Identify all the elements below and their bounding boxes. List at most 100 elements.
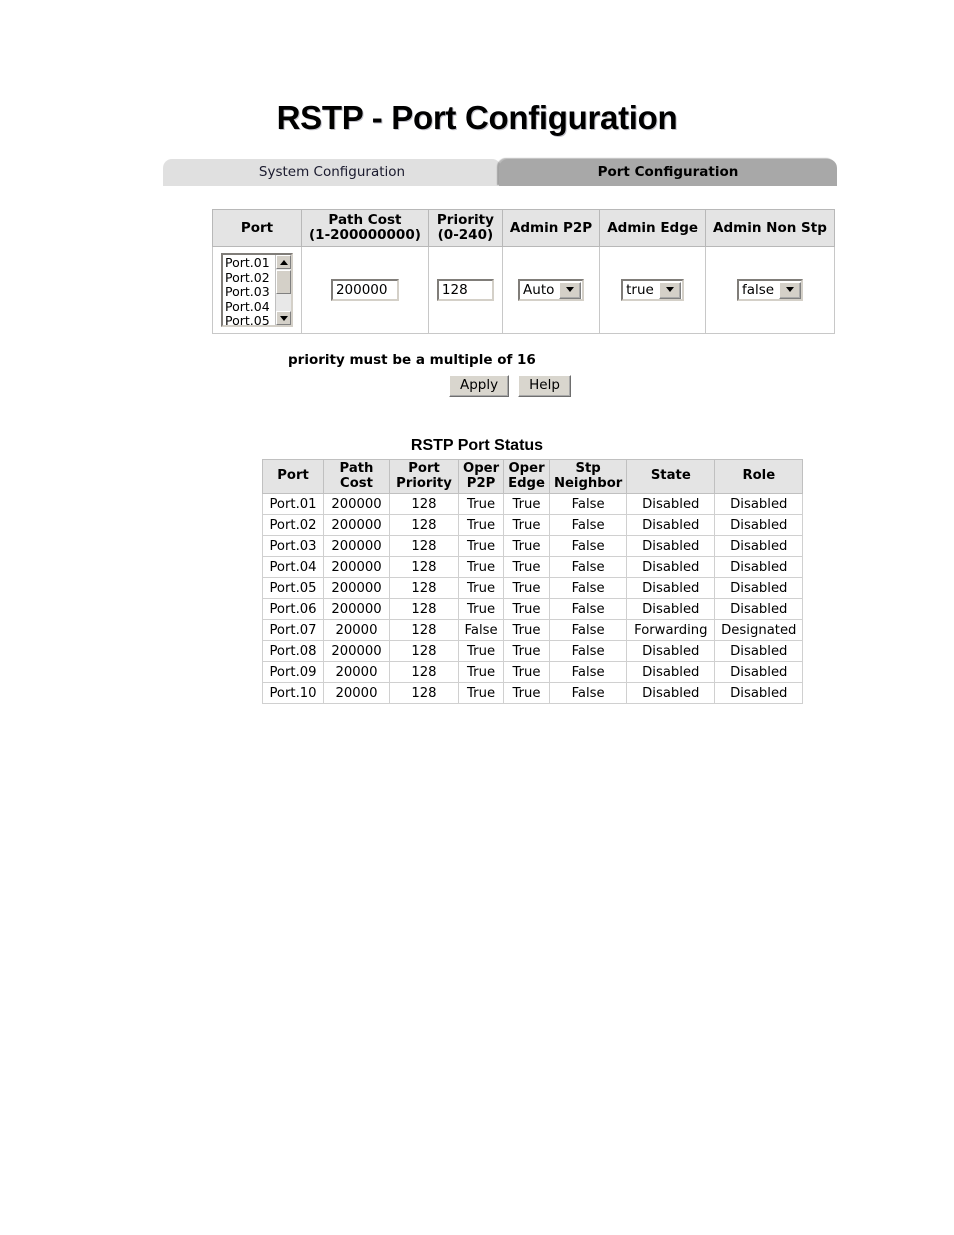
config-header-priority-line1: Priority — [436, 212, 494, 228]
config-header-row: Port Path Cost (1-200000000) Priority (0… — [212, 208, 835, 248]
cell-role: Disabled — [714, 577, 804, 600]
status-header-stp-neighbor: Stp Neighbor — [548, 458, 628, 495]
status-header-state: State — [626, 458, 716, 495]
help-button[interactable]: Help — [518, 375, 571, 397]
cell-port: Port.02 — [262, 514, 324, 537]
cell-state: Disabled — [626, 661, 716, 684]
config-header-priority: Priority (0-240) — [427, 208, 503, 248]
status-header-state-line1: State — [650, 468, 691, 484]
cell-oper-p2p: True — [457, 598, 505, 621]
status-header-port-line1: Port — [277, 468, 309, 484]
cell-path-cost: 200000 — [323, 556, 390, 579]
cell-oper-edge: True — [503, 535, 550, 558]
cell-path-cost: 200000 — [323, 535, 390, 558]
cell-port: Port.01 — [262, 493, 324, 516]
status-header-oper-edge-line2: Edge — [508, 475, 545, 491]
cell-state: Disabled — [626, 493, 716, 516]
cell-state: Disabled — [626, 577, 716, 600]
cell-stp-neighbor: False — [548, 514, 628, 537]
cell-stp-neighbor: False — [548, 535, 628, 558]
cell-role: Disabled — [714, 598, 804, 621]
apply-button[interactable]: Apply — [449, 375, 510, 397]
status-header-row: Port Path Cost Port Priority Oper P2P Op… — [262, 458, 804, 495]
chevron-down-icon[interactable] — [559, 281, 582, 299]
config-header-path-cost: Path Cost (1-200000000) — [301, 208, 429, 248]
status-header-role-line1: Role — [742, 468, 776, 484]
table-row: Port.01 200000 128 True True False Disab… — [262, 493, 804, 516]
cell-port-priority: 128 — [389, 598, 459, 621]
cell-stp-neighbor: False — [548, 661, 628, 684]
tab-bar: System Configuration Port Configuration — [163, 159, 839, 186]
cell-port-priority: 128 — [389, 577, 459, 600]
status-header-port-priority: Port Priority — [389, 458, 459, 495]
chevron-down-icon[interactable] — [779, 281, 802, 299]
cell-role: Designated — [714, 619, 804, 642]
priority-input[interactable] — [436, 279, 494, 302]
cell-oper-edge: True — [503, 577, 550, 600]
port-select-listbox[interactable]: Port.01 Port.02 Port.03 Port.04 Port.05 — [221, 253, 293, 328]
config-cell-admin-non-stp: false — [705, 246, 835, 335]
port-configuration-table: Port Path Cost (1-200000000) Priority (0… — [212, 208, 835, 335]
cell-oper-edge: True — [503, 640, 550, 663]
cell-port: Port.09 — [262, 661, 324, 684]
cell-role: Disabled — [714, 682, 804, 705]
cell-state: Disabled — [626, 514, 716, 537]
cell-path-cost: 20000 — [323, 661, 390, 684]
cell-path-cost: 200000 — [323, 598, 390, 621]
action-button-row: Apply Help — [449, 375, 571, 397]
config-header-path-cost-line1: Path Cost — [328, 212, 402, 228]
config-header-admin-non-stp: Admin Non Stp — [705, 208, 835, 248]
cell-port-priority: 128 — [389, 661, 459, 684]
cell-oper-p2p: False — [457, 619, 505, 642]
config-value-row: Port.01 Port.02 Port.03 Port.04 Port.05 — [212, 246, 835, 335]
cell-port: Port.08 — [262, 640, 324, 663]
cell-stp-neighbor: False — [548, 640, 628, 663]
status-header-port: Port — [262, 458, 324, 495]
tab-port-configuration-label: Port Configuration — [597, 164, 739, 180]
scrollbar-thumb[interactable] — [276, 270, 291, 295]
rstp-port-status-table: Port Path Cost Port Priority Oper P2P Op… — [262, 458, 804, 705]
scroll-up-arrow-icon[interactable] — [276, 255, 291, 270]
cell-port: Port.07 — [262, 619, 324, 642]
cell-oper-p2p: True — [457, 556, 505, 579]
table-row: Port.03 200000 128 True True False Disab… — [262, 535, 804, 558]
table-row: Port.08 200000 128 True True False Disab… — [262, 640, 804, 663]
page-title: RSTP - Port Configuration — [276, 99, 678, 136]
scroll-down-arrow-icon[interactable] — [276, 311, 291, 326]
admin-edge-value: true — [626, 282, 654, 299]
tab-system-configuration[interactable]: System Configuration — [163, 159, 501, 186]
cell-oper-p2p: True — [457, 661, 505, 684]
chevron-down-icon[interactable] — [659, 281, 682, 299]
table-row: Port.10 20000 128 True True False Disabl… — [262, 682, 804, 705]
status-header-port-priority-line1: Port — [408, 461, 440, 476]
admin-edge-select[interactable]: true — [621, 279, 685, 302]
cell-oper-p2p: True — [457, 577, 505, 600]
cell-role: Disabled — [714, 556, 804, 579]
cell-state: Disabled — [626, 535, 716, 558]
config-header-port-line1: Port — [240, 219, 274, 236]
config-header-admin-p2p: Admin P2P — [501, 208, 601, 248]
cell-state: Forwarding — [626, 619, 716, 642]
config-header-path-cost-line2: (1-200000000) — [309, 227, 421, 244]
cell-port-priority: 128 — [389, 619, 459, 642]
status-table-body: Port.01 200000 128 True True False Disab… — [262, 493, 804, 705]
cell-path-cost: 200000 — [323, 577, 390, 600]
priority-note: priority must be a multiple of 16 — [288, 352, 536, 368]
port-listbox-scrollbar[interactable] — [275, 255, 291, 326]
config-cell-priority — [427, 246, 503, 335]
admin-p2p-select[interactable]: Auto — [518, 279, 585, 302]
cell-path-cost: 20000 — [323, 682, 390, 705]
cell-stp-neighbor: False — [548, 556, 628, 579]
status-header-oper-p2p-line1: Oper — [463, 461, 500, 476]
cell-oper-edge: True — [503, 619, 550, 642]
cell-oper-p2p: True — [457, 682, 505, 705]
cell-stp-neighbor: False — [548, 682, 628, 705]
admin-non-stp-select[interactable]: false — [736, 279, 803, 302]
path-cost-input[interactable] — [330, 279, 399, 302]
cell-stp-neighbor: False — [548, 493, 628, 516]
status-header-stp-neighbor-line1: Stp — [575, 461, 601, 476]
tab-port-configuration[interactable]: Port Configuration — [499, 159, 837, 186]
status-header-path-cost-line2: Cost — [340, 475, 373, 491]
cell-state: Disabled — [626, 598, 716, 621]
table-row: Port.04 200000 128 True True False Disab… — [262, 556, 804, 579]
